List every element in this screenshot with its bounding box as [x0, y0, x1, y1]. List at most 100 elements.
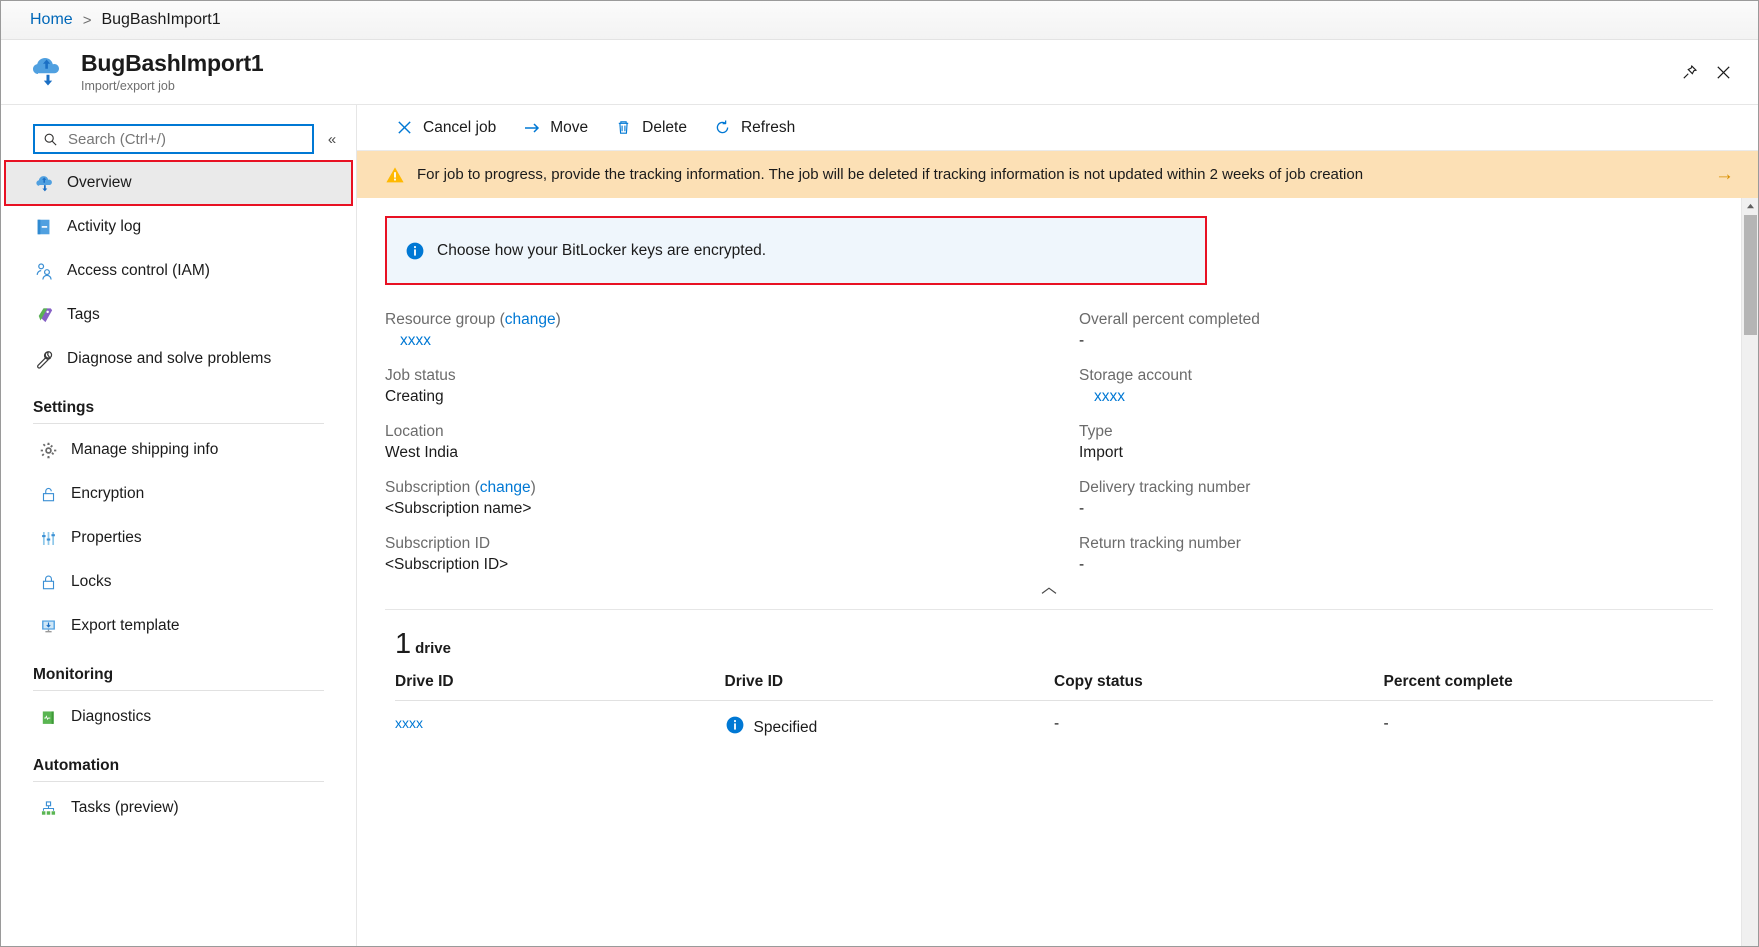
sidebar-search-row: «: [1, 117, 356, 161]
info-circle-icon: [405, 241, 425, 261]
pin-icon[interactable]: [1672, 55, 1706, 89]
wrench-icon: [33, 348, 55, 370]
warning-banner[interactable]: For job to progress, provide the trackin…: [357, 151, 1758, 198]
lock-open-icon: [37, 483, 59, 505]
table-header-row: Drive ID Drive ID Copy status Percent co…: [395, 669, 1713, 701]
property-label-delivery-tracking-number: Delivery tracking number: [1079, 479, 1713, 497]
content-vertical-scrollbar[interactable]: [1741, 198, 1758, 946]
cell-drive-id-link: xxxx: [395, 701, 725, 753]
sidebar-item-diagnostics[interactable]: Diagnostics: [1, 695, 356, 739]
sidebar-item-locks[interactable]: Locks: [1, 560, 356, 604]
sidebar: « Overview: [1, 105, 357, 946]
cancel-job-button[interactable]: Cancel job: [385, 114, 506, 141]
people-icon: [33, 260, 55, 282]
sidebar-item-label: Tasks (preview): [71, 799, 179, 817]
search-input[interactable]: [66, 130, 304, 149]
property-label-storage-account: Storage account: [1079, 367, 1713, 385]
content-scroll-area: Choose how your BitLocker keys are encry…: [357, 198, 1758, 946]
property-label-overall-percent-completed: Overall percent completed: [1079, 311, 1713, 329]
property-value-return-tracking-number: -: [1079, 556, 1713, 574]
sidebar-item-label: Encryption: [71, 485, 144, 503]
trash-icon: [614, 118, 633, 137]
sidebar-group-title-automation: Automation: [1, 739, 356, 781]
sidebar-item-label: Diagnostics: [71, 708, 151, 726]
sidebar-item-tasks[interactable]: Tasks (preview): [1, 786, 356, 830]
search-box[interactable]: [33, 124, 314, 154]
tasks-icon: [37, 797, 59, 819]
scrollbar-thumb[interactable]: [1744, 215, 1757, 335]
sidebar-item-diagnose[interactable]: Diagnose and solve problems: [1, 337, 356, 381]
sidebar-group-title-monitoring: Monitoring: [1, 648, 356, 690]
property-value-subscription-id: <Subscription ID>: [385, 556, 1049, 574]
sidebar-group-title-settings: Settings: [1, 381, 356, 423]
drive-unit-label: drive: [415, 640, 451, 657]
command-label: Refresh: [741, 119, 795, 137]
property-label-text: Resource group: [385, 311, 495, 328]
drive-id-link[interactable]: xxxx: [395, 715, 423, 731]
close-icon[interactable]: [1706, 55, 1740, 89]
property-value-storage-account[interactable]: xxxx: [1079, 388, 1713, 406]
refresh-icon: [713, 118, 732, 137]
export-template-icon: [37, 615, 59, 637]
column-header-copy-status[interactable]: Copy status: [1054, 669, 1384, 701]
property-label-subscription-id: Subscription ID: [385, 535, 1049, 553]
property-label-type: Type: [1079, 423, 1713, 441]
resource-group-change-link[interactable]: change: [505, 311, 556, 328]
subscription-change-link[interactable]: change: [480, 479, 531, 496]
cell-copy-status: -: [1054, 701, 1384, 753]
property-label-location: Location: [385, 423, 1049, 441]
bitlocker-info-box[interactable]: Choose how your BitLocker keys are encry…: [385, 216, 1207, 285]
sidebar-group-divider: [33, 690, 324, 691]
search-icon: [43, 132, 58, 147]
sidebar-group-divider: [33, 781, 324, 782]
sidebar-item-export-template[interactable]: Export template: [1, 604, 356, 648]
drive-count: 1: [395, 628, 411, 661]
command-bar: Cancel job Move Delete: [357, 105, 1758, 151]
warning-banner-text: For job to progress, provide the trackin…: [417, 166, 1703, 183]
property-value-location: West India: [385, 444, 1049, 462]
sidebar-item-label: Manage shipping info: [71, 441, 218, 459]
refresh-button[interactable]: Refresh: [703, 114, 805, 141]
sidebar-item-properties[interactable]: Properties: [1, 516, 356, 560]
import-export-cloud-icon: [29, 52, 69, 92]
sidebar-collapse-button[interactable]: «: [318, 124, 346, 154]
sidebar-item-access-control[interactable]: Access control (IAM): [1, 249, 356, 293]
move-button[interactable]: Move: [512, 114, 598, 141]
portal-blade: Home > BugBashImport1 BugBashImport1 Imp…: [0, 0, 1759, 947]
property-label-subscription: Subscription (change): [385, 479, 1049, 497]
property-value-resource-group[interactable]: xxxx: [385, 332, 1049, 350]
cell-percent-complete: -: [1384, 701, 1714, 753]
breadcrumb-current: BugBashImport1: [101, 11, 220, 29]
info-box-container: Choose how your BitLocker keys are encry…: [357, 198, 1741, 285]
sidebar-item-encryption[interactable]: Encryption: [1, 472, 356, 516]
breadcrumb-home-link[interactable]: Home: [30, 11, 73, 29]
gear-icon: [37, 439, 59, 461]
sidebar-item-manage-shipping-info[interactable]: Manage shipping info: [1, 428, 356, 472]
scroll-up-arrow-icon[interactable]: [1742, 198, 1759, 215]
command-label: Delete: [642, 119, 687, 137]
table-row[interactable]: xxxx: [395, 701, 1713, 753]
collapse-properties-chevron-icon[interactable]: [357, 574, 1741, 609]
sidebar-item-tags[interactable]: Tags: [1, 293, 356, 337]
property-label-return-tracking-number: Return tracking number: [1079, 535, 1713, 553]
arrow-right-icon: [522, 118, 541, 137]
sidebar-item-label: Diagnose and solve problems: [67, 350, 271, 368]
properties-column-left: Resource group (change) xxxx Job status …: [385, 311, 1049, 574]
sidebar-item-label: Export template: [71, 617, 180, 635]
page-title: BugBashImport1: [81, 51, 264, 77]
delete-button[interactable]: Delete: [604, 114, 697, 141]
sidebar-item-label: Tags: [67, 306, 100, 324]
warning-triangle-icon: [385, 165, 405, 185]
sidebar-item-label: Access control (IAM): [67, 262, 210, 280]
column-header-drive-id[interactable]: Drive ID: [725, 669, 1055, 701]
warning-banner-arrow-icon[interactable]: →: [1715, 164, 1742, 186]
main-content: Cancel job Move Delete: [357, 105, 1758, 946]
drive-id-status: Specified: [725, 715, 1055, 740]
lock-closed-icon: [37, 571, 59, 593]
property-value-delivery-tracking-number: -: [1079, 500, 1713, 518]
column-header-percent-complete[interactable]: Percent complete: [1384, 669, 1714, 701]
blade-body: « Overview: [1, 105, 1758, 946]
column-header-drive-id-link[interactable]: Drive ID: [395, 669, 725, 701]
sidebar-item-activity-log[interactable]: Activity log: [1, 205, 356, 249]
sidebar-item-overview[interactable]: Overview: [5, 161, 352, 205]
